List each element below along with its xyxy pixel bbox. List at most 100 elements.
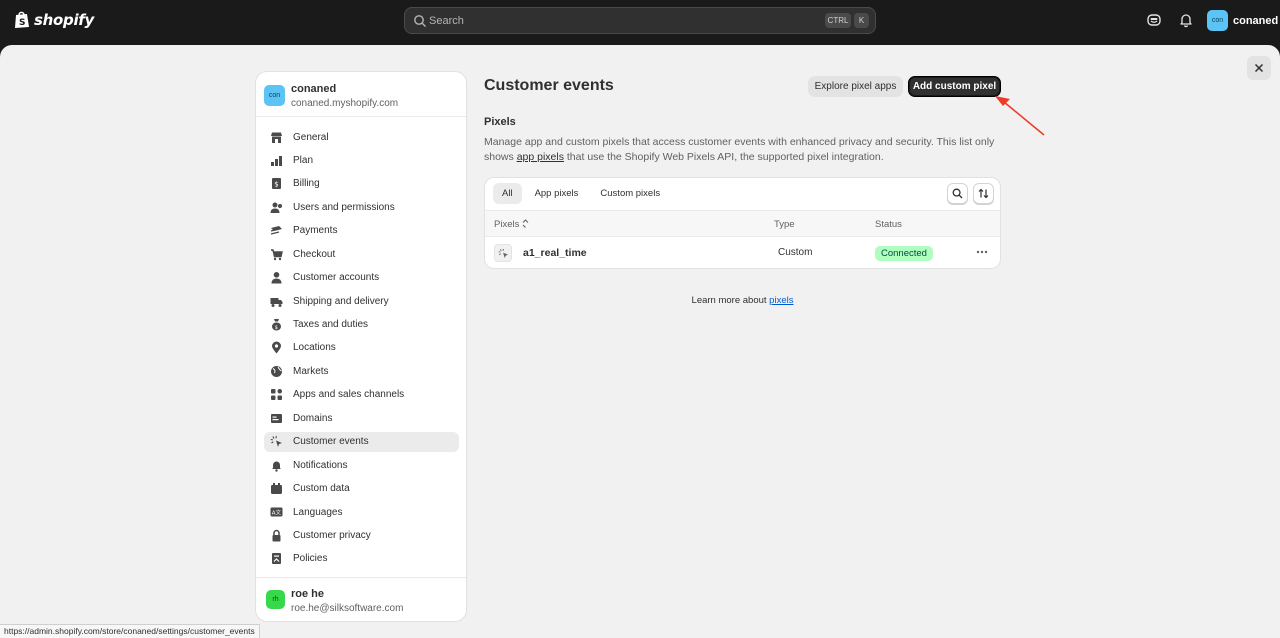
sidebar-item-label: Users and permissions — [293, 201, 395, 213]
search-bar[interactable]: CTRL K — [404, 7, 876, 34]
svg-text:A文: A文 — [272, 508, 282, 516]
sidebar-item-policies[interactable]: Policies — [264, 549, 459, 569]
sidebar-item-label: Plan — [293, 154, 314, 166]
sidebar-item-checkout[interactable]: Checkout — [264, 244, 459, 264]
sidebar-item-label: Checkout — [293, 248, 336, 260]
pixels-card: All App pixels Custom pixels Pixels Type… — [484, 177, 1001, 269]
sidebar-item-label: Custom data — [293, 483, 350, 495]
sidebar-item-customer-events[interactable]: Customer events — [264, 431, 459, 452]
sidebar-item-label: Customer accounts — [293, 272, 380, 284]
sidebar-item-label: Markets — [293, 365, 329, 377]
policies-icon — [272, 553, 281, 565]
sidebar-item-customer-accounts[interactable]: Customer accounts — [264, 268, 459, 288]
sidebar-store-info[interactable]: con conaned conaned.myshopify.com — [264, 82, 398, 111]
sidebar-item-notifications[interactable]: Notifications — [264, 455, 459, 475]
tab-app-pixels[interactable]: App pixels — [526, 183, 588, 204]
pixels-learn-more-link[interactable]: pixels — [769, 295, 793, 306]
sidebar-item-label: Apps and sales channels — [293, 389, 405, 401]
payments-icon — [270, 226, 282, 235]
svg-text:S: S — [19, 18, 25, 28]
pixel-name[interactable]: a1_real_time — [523, 247, 587, 259]
sidekick-icon[interactable] — [1146, 12, 1162, 28]
sidebar-store-domain: conaned.myshopify.com — [291, 98, 399, 109]
settings-sidebar: con conaned conaned.myshopify.com Genera… — [255, 71, 467, 622]
user-email: roe.he@silksoftware.com — [291, 603, 404, 614]
shortcut-ctrl-key: CTRL — [825, 13, 851, 28]
sidebar-item-shipping-and-delivery[interactable]: Shipping and delivery — [264, 291, 459, 311]
sidebar-item-label: Customer privacy — [293, 529, 371, 541]
search-icon — [414, 15, 426, 27]
globe-icon — [271, 365, 282, 377]
sidebar-item-markets[interactable]: Markets — [264, 361, 459, 381]
sidebar-store-name: conaned — [291, 83, 337, 95]
lock-icon — [272, 529, 281, 542]
sidebar-item-label: Taxes and duties — [293, 319, 369, 330]
status-badge: Connected — [875, 246, 933, 261]
sidebar-item-custom-data[interactable]: Custom data — [264, 479, 459, 499]
explore-pixel-apps-button[interactable]: Explore pixel apps — [808, 76, 903, 97]
top-bar: S shopify CTRL K con conaned — [0, 0, 1280, 42]
sort-icon — [978, 188, 989, 199]
sidebar-item-label: Languages — [293, 506, 343, 518]
sidebar-item-taxes-and-duties[interactable]: $ Taxes and duties — [264, 315, 459, 335]
row-actions-button[interactable] — [975, 245, 989, 259]
search-icon — [952, 188, 963, 199]
sidebar-item-plan[interactable]: Plan — [264, 150, 459, 170]
user-avatar: rh — [266, 590, 285, 609]
sidebar-item-label: Shipping and delivery — [293, 295, 389, 307]
tab-custom-pixels[interactable]: Custom pixels — [591, 183, 669, 204]
sidebar-item-languages[interactable]: A文 Languages — [264, 502, 459, 522]
close-settings-button[interactable] — [1247, 56, 1271, 80]
learn-more-prefix: Learn more about — [691, 295, 770, 306]
add-custom-pixel-button[interactable]: Add custom pixel — [908, 76, 1001, 97]
custom-data-icon — [271, 483, 282, 495]
more-horizontal-icon — [976, 250, 988, 254]
pixel-filter-tabs: All App pixels Custom pixels — [493, 183, 669, 204]
billing-icon: $ — [272, 178, 281, 190]
users-icon — [270, 202, 282, 213]
truck-icon — [270, 297, 283, 307]
learn-more-text: Learn more about pixels — [484, 295, 1001, 306]
person-icon — [271, 272, 282, 284]
sidebar-item-apps-and-sales-channels[interactable]: Apps and sales channels — [264, 385, 459, 405]
cart-icon — [271, 248, 283, 260]
column-header-status: Status — [875, 219, 902, 230]
sidebar-user-info[interactable]: rh roe he roe.he@silksoftware.com — [266, 587, 403, 615]
sidebar-item-locations[interactable]: Locations — [264, 338, 459, 358]
pixels-heading: Pixels — [484, 116, 516, 128]
language-icon: A文 — [270, 507, 283, 516]
sidebar-item-label: Billing — [293, 178, 320, 190]
app-pixels-link[interactable]: app pixels — [517, 151, 564, 163]
sort-button[interactable] — [973, 183, 994, 204]
store-avatar: con — [264, 85, 285, 106]
search-filter-button[interactable] — [947, 183, 968, 204]
cursor-click-icon — [270, 436, 282, 448]
table-header: Pixels Type Status — [485, 210, 1000, 237]
table-row[interactable]: a1_real_time Custom Connected — [485, 237, 1000, 268]
column-header-pixels[interactable]: Pixels — [494, 219, 529, 230]
pixel-type: Custom — [778, 247, 813, 258]
page-title: Customer events — [484, 77, 614, 94]
store-menu-button[interactable]: con conaned — [1207, 10, 1278, 31]
sidebar-item-users-and-permissions[interactable]: Users and permissions — [264, 197, 459, 217]
column-header-label: Pixels — [494, 219, 520, 230]
sidebar-item-customer-privacy[interactable]: Customer privacy — [264, 525, 459, 545]
brand-name: shopify — [34, 10, 94, 29]
pixels-description: Manage app and custom pixels that access… — [484, 135, 1004, 165]
sidebar-item-domains[interactable]: Domains — [264, 408, 459, 428]
sidebar-item-payments[interactable]: Payments — [264, 221, 459, 241]
sort-caret-icon — [522, 219, 529, 228]
sidebar-item-billing[interactable]: $ Billing — [264, 174, 459, 194]
settings-nav: General Plan $ Billing Users and permiss… — [264, 127, 459, 572]
tab-all[interactable]: All — [493, 183, 522, 204]
sidebar-item-general[interactable]: General — [264, 127, 459, 147]
settings-modal: con conaned conaned.myshopify.com Genera… — [0, 45, 1280, 638]
annotation-arrow-icon — [995, 96, 1045, 136]
bell-icon[interactable] — [1178, 12, 1194, 28]
shopify-logo[interactable]: S shopify — [14, 10, 94, 29]
shopify-bag-icon: S — [15, 11, 29, 28]
sidebar-item-label: Policies — [293, 553, 328, 565]
sidebar-item-label: Customer events — [293, 436, 369, 448]
search-input[interactable] — [427, 8, 807, 33]
pixel-icon — [494, 244, 512, 262]
